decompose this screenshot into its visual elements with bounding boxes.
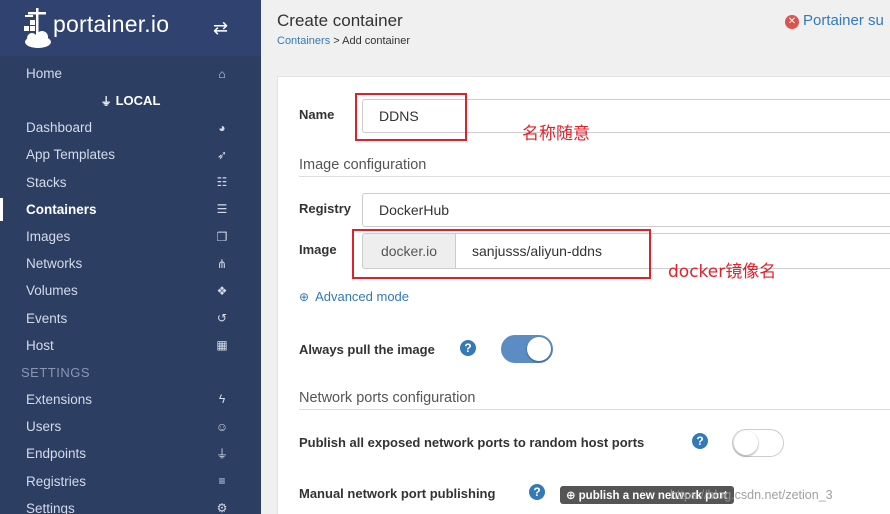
sidebar-item-label: Images: [26, 229, 71, 245]
advanced-mode-label: Advanced mode: [315, 289, 410, 304]
database-icon: ≡: [218, 474, 226, 489]
tachometer-icon: ◕: [218, 120, 226, 135]
toggle-knob: [734, 431, 758, 455]
bolt-icon: ϟ: [218, 392, 226, 407]
cogs-icon: ⚙: [216, 501, 228, 514]
sidebar-item-home[interactable]: Home ⌂: [0, 60, 261, 87]
sidebar-item-host[interactable]: Host ▦: [0, 332, 261, 359]
sidebar-item-label: Volumes: [26, 283, 78, 299]
publish-all-label: Publish all exposed network ports to ran…: [299, 435, 645, 450]
create-container-form: Name DDNS 名称随意 Image configuration Regis…: [277, 76, 890, 514]
plus-circle-icon: ⊕: [566, 490, 576, 502]
sidebar-nav: Home ⌂ ⏚ LOCAL Dashboard ◕ App Templates…: [0, 60, 261, 514]
th-icon: ▦: [216, 338, 228, 353]
home-icon: ⌂: [218, 66, 226, 81]
server-icon: ☰: [216, 202, 228, 217]
image-annotation: docker镜像名: [668, 262, 777, 282]
portainer-logo-icon[interactable]: [22, 6, 52, 50]
globe-icon: ⊕: [299, 290, 310, 304]
sidebar-item-label: Host: [26, 337, 54, 353]
sidebar-item-label: Endpoints: [26, 446, 87, 462]
sidebar-item-extensions[interactable]: Extensions ϟ: [0, 386, 261, 413]
publish-all-toggle[interactable]: [732, 429, 784, 457]
sidebar-item-label: Events: [26, 310, 68, 326]
page-header: Create container Containers > Add contai…: [261, 0, 890, 60]
image-label: Image: [299, 242, 337, 257]
network-ports-title: Network ports configuration: [299, 390, 476, 406]
sidebar-item-networks[interactable]: Networks ⋔: [0, 250, 261, 277]
help-icon[interactable]: ?: [529, 484, 545, 500]
section-divider: [299, 409, 890, 410]
sidebar-item-label: Stacks: [26, 174, 67, 190]
sidebar-item-events[interactable]: Events ↺: [0, 305, 261, 332]
page-title: Create container: [277, 11, 403, 30]
registry-label: Registry: [299, 201, 352, 216]
sidebar-item-volumes[interactable]: Volumes ❖: [0, 277, 261, 304]
endpoint-name: LOCAL: [115, 93, 161, 109]
always-pull-label: Always pull the image: [299, 342, 435, 357]
help-icon[interactable]: ?: [460, 340, 476, 356]
help-icon[interactable]: ?: [692, 433, 708, 449]
sidebar-item-label: Settings: [26, 500, 75, 514]
users-icon: ☺: [215, 419, 229, 434]
sidebar-item-label: Networks: [26, 256, 83, 272]
registry-select[interactable]: DockerHub: [362, 193, 890, 227]
endpoint-header: ⏚ LOCAL: [0, 87, 261, 114]
cubes-icon: ❖: [216, 283, 228, 298]
advanced-mode-link[interactable]: ⊕ Advanced mode: [299, 288, 409, 306]
plug-icon: ⏚: [100, 95, 112, 108]
image-config-title: Image configuration: [299, 157, 427, 173]
settings-section-header: SETTINGS: [21, 364, 91, 380]
section-divider: [299, 176, 890, 177]
sidebar-item-users[interactable]: Users ☺: [0, 413, 261, 440]
sidebar-item-label: Users: [26, 419, 62, 435]
sidebar-item-label: Home: [26, 66, 63, 82]
breadcrumb-current: Add container: [342, 35, 411, 47]
breadcrumb-separator: >: [330, 35, 343, 47]
sidebar-item-containers[interactable]: Containers ☰: [0, 196, 261, 223]
sidebar: portainer.io ⇄ Home ⌂ ⏚ LOCAL Dashboard …: [0, 0, 261, 514]
exchange-icon[interactable]: ⇄: [213, 18, 228, 39]
toggle-knob: [527, 337, 551, 361]
brand-bar: portainer.io ⇄: [0, 0, 261, 56]
portainer-status-text: Portainer su: [803, 12, 884, 29]
image-highlight-box: [352, 229, 651, 279]
sitemap-icon: ⋔: [216, 256, 228, 271]
portainer-status[interactable]: ✕ Portainer su: [785, 12, 884, 29]
sidebar-item-dashboard[interactable]: Dashboard ◕: [0, 114, 261, 141]
history-icon: ↺: [216, 311, 228, 326]
plug-icon: ⏚: [215, 447, 228, 462]
name-highlight-box: [355, 93, 467, 141]
sidebar-item-registries[interactable]: Registries ≡: [0, 467, 261, 494]
rocket-icon: ➶: [216, 147, 228, 162]
clone-icon: ❐: [216, 229, 228, 244]
breadcrumb-containers-link[interactable]: Containers: [277, 35, 330, 47]
always-pull-toggle[interactable]: [501, 335, 553, 363]
name-annotation: 名称随意: [522, 124, 590, 144]
sidebar-item-label: Extensions: [26, 391, 93, 407]
sidebar-item-settings[interactable]: Settings ⚙: [0, 495, 261, 514]
name-label: Name: [299, 107, 335, 122]
error-circle-icon: ✕: [785, 15, 799, 29]
sidebar-item-label: App Templates: [26, 147, 116, 163]
manual-publish-label: Manual network port publishing: [299, 486, 496, 501]
sidebar-item-stacks[interactable]: Stacks ☷: [0, 169, 261, 196]
sidebar-item-label: Registries: [26, 473, 87, 489]
sidebar-item-endpoints[interactable]: Endpoints ⏚: [0, 440, 261, 467]
breadcrumb: Containers > Add container: [277, 35, 410, 47]
brand-name[interactable]: portainer.io: [53, 11, 169, 38]
registry-select-value: DockerHub: [379, 202, 450, 218]
sidebar-item-label: Containers: [26, 201, 97, 217]
sidebar-item-images[interactable]: Images ❐: [0, 223, 261, 250]
sidebar-item-label: Dashboard: [26, 120, 93, 136]
th-list-icon: ☷: [216, 175, 228, 190]
sidebar-item-app-templates[interactable]: App Templates ➶: [0, 141, 261, 168]
watermark: https://blog.csdn.net/zetion_3: [670, 488, 833, 502]
